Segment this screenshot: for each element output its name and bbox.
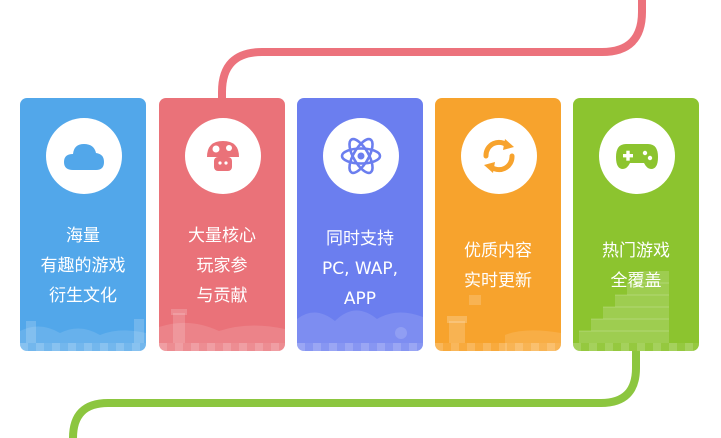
gamepad-icon <box>616 144 658 169</box>
card-line: 海量 <box>66 226 100 246</box>
card-line: 有趣的游戏 <box>40 256 126 276</box>
mushroom-icon <box>207 141 239 171</box>
feature-card-platforms[interactable]: 同时支持 PC, WAP, APP <box>297 98 423 351</box>
ground-strip <box>573 343 699 351</box>
card-line: PC, WAP, <box>321 259 399 279</box>
bottom-connector-line <box>69 345 640 438</box>
icon-circle <box>461 118 537 194</box>
cloud-icon <box>64 144 104 170</box>
card-line: 实时更新 <box>464 271 532 291</box>
card-line: 玩家参 <box>196 256 248 276</box>
card-line: 优质内容 <box>464 241 532 261</box>
ground-strip <box>297 343 423 351</box>
card-line: 大量核心 <box>188 226 256 246</box>
icon-circle <box>323 118 399 194</box>
icon-circle <box>46 118 122 194</box>
card-line: 与贡献 <box>196 286 248 306</box>
card-line: 同时支持 <box>326 229 394 249</box>
card-line: 全覆盖 <box>610 271 662 291</box>
ground-strip <box>435 343 561 351</box>
sync-icon <box>483 139 515 173</box>
card-line: 热门游戏 <box>602 241 670 261</box>
card-line: APP <box>343 289 377 309</box>
feature-card-updates[interactable]: 优质内容 实时更新 <box>435 98 561 351</box>
icon-circle <box>185 118 261 194</box>
icon-circle <box>599 118 675 194</box>
ground-strip <box>159 343 285 351</box>
top-connector-line <box>218 0 646 114</box>
feature-card-culture[interactable]: 海量 有趣的游戏 衍生文化 <box>20 98 146 351</box>
card-line: 衍生文化 <box>49 286 117 306</box>
feature-card-players[interactable]: 大量核心 玩家参 与贡献 <box>159 98 285 351</box>
ground-strip <box>20 343 146 351</box>
atom-icon <box>340 137 382 175</box>
feature-card-coverage[interactable]: 热门游戏 全覆盖 <box>573 98 699 351</box>
